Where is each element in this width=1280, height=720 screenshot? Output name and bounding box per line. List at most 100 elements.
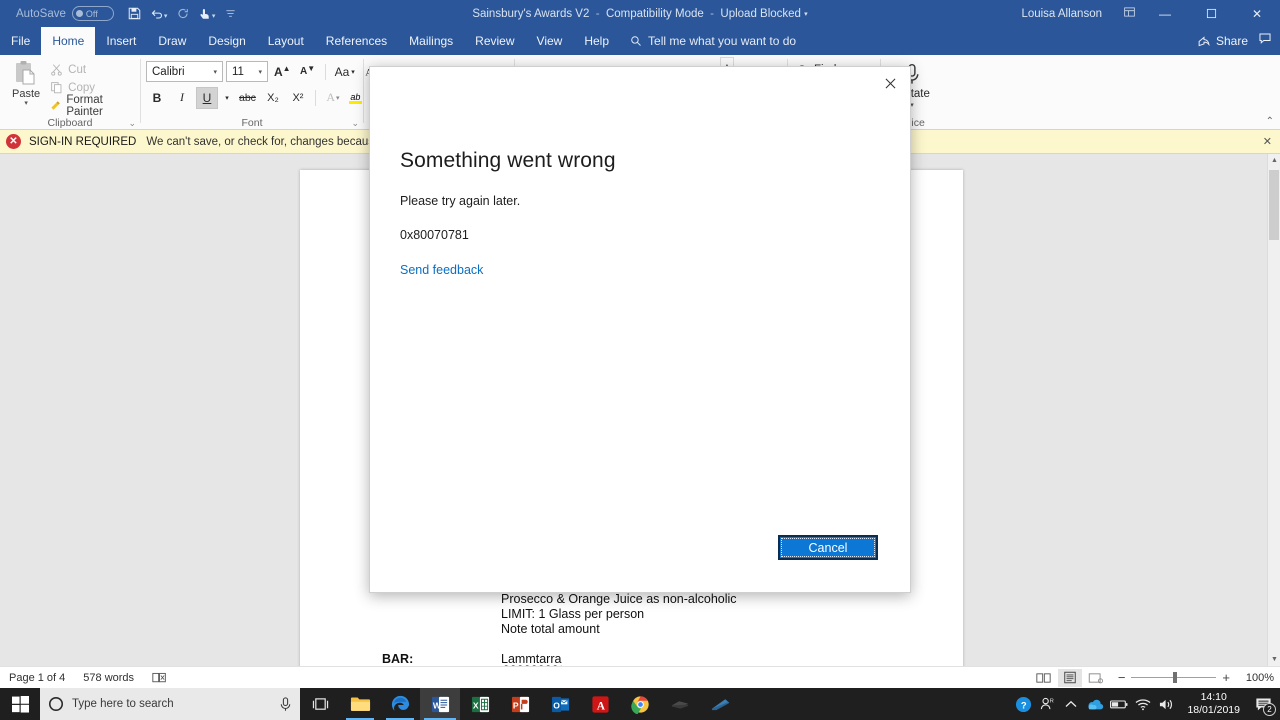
redo-icon[interactable] (172, 3, 194, 25)
font-size-combo[interactable]: 11 ▾ (226, 61, 268, 82)
action-center-icon[interactable]: 2 (1248, 688, 1278, 720)
scanner-icon[interactable] (660, 688, 700, 720)
zoom-track[interactable] (1131, 672, 1217, 683)
restore-button[interactable] (1188, 0, 1234, 27)
paste-caret-icon[interactable]: ▾ (24, 100, 28, 108)
microsoft-word-icon[interactable]: W (420, 688, 460, 720)
zoom-thumb[interactable] (1173, 672, 1178, 683)
tab-view[interactable]: View (526, 27, 574, 55)
tab-home[interactable]: Home (41, 27, 96, 55)
format-painter-button[interactable]: Format Painter (47, 94, 135, 118)
error-dialog: Something went wrong Please try again la… (369, 66, 911, 593)
zoom-percent[interactable]: 100% (1240, 672, 1274, 684)
microsoft-outlook-icon[interactable]: O (540, 688, 580, 720)
scissors-icon (51, 64, 62, 76)
scroll-up-icon[interactable]: ▲ (1268, 154, 1280, 167)
doc-line: Note total amount (501, 622, 600, 636)
page-indicator[interactable]: Page 1 of 4 (0, 672, 74, 684)
message-bar-close-button[interactable]: ✕ (1263, 135, 1272, 148)
send-feedback-link[interactable]: Send feedback (400, 263, 483, 277)
word-count[interactable]: 578 words (74, 672, 143, 684)
bold-button[interactable]: B (146, 87, 168, 109)
printer-icon[interactable] (700, 688, 740, 720)
zoom-out-button[interactable]: − (1118, 670, 1126, 685)
format-painter-icon (51, 101, 60, 110)
account-name[interactable]: Louisa Allanson (1021, 8, 1102, 20)
search-input[interactable]: Type here to search (40, 688, 300, 720)
volume-icon[interactable] (1155, 688, 1179, 720)
italic-button[interactable]: I (171, 87, 193, 109)
text-highlight-button[interactable]: ab (347, 87, 364, 109)
tab-insert[interactable]: Insert (95, 27, 147, 55)
read-mode-button[interactable] (1032, 669, 1056, 687)
undo-icon[interactable] (146, 3, 168, 25)
text-effects-button[interactable]: A ▾ (322, 87, 344, 109)
clipboard-dialog-launcher[interactable]: ⌄ (128, 118, 136, 129)
subscript-button[interactable]: X₂ (262, 87, 284, 109)
document-vertical-scrollbar[interactable]: ▲ ▼ (1267, 154, 1280, 666)
tell-me-placeholder: Tell me what you want to do (648, 34, 797, 48)
microsoft-edge-icon[interactable] (380, 688, 420, 720)
shrink-font-button[interactable]: A ▼ (297, 61, 319, 83)
tab-design[interactable]: Design (197, 27, 256, 55)
proofing-errors-icon[interactable] (143, 672, 176, 684)
share-button[interactable]: Share (1197, 34, 1248, 48)
close-window-button[interactable]: ✕ (1234, 0, 1280, 27)
underline-button[interactable]: U (196, 86, 218, 109)
show-hidden-icons-icon[interactable] (1059, 688, 1083, 720)
minimize-button[interactable]: — (1142, 0, 1188, 27)
help-circle-icon[interactable]: ? (1011, 688, 1035, 720)
underline-caret-icon[interactable]: ▾ (221, 87, 233, 109)
tab-layout[interactable]: Layout (257, 27, 315, 55)
microphone-icon (280, 696, 291, 711)
tab-help[interactable]: Help (573, 27, 620, 55)
screen: AutoSave Off ▾ ▾ Sainsbury's Awards V2 -… (0, 0, 1280, 720)
superscript-button[interactable]: X² (287, 87, 309, 109)
title-dropdown-caret-icon[interactable]: ▾ (804, 11, 808, 18)
scroll-down-icon[interactable]: ▼ (1268, 653, 1280, 666)
change-case-button[interactable]: Aa ▾ (332, 61, 358, 83)
autosave-toggle[interactable]: Off (71, 6, 114, 21)
customize-quick-access-icon[interactable] (220, 3, 242, 25)
zoom-in-button[interactable]: + (1222, 670, 1230, 685)
collapse-ribbon-icon[interactable]: ⌃ (1266, 116, 1274, 127)
font-name-combo[interactable]: Calibri ▾ (146, 61, 223, 82)
file-explorer-icon[interactable] (340, 688, 380, 720)
web-layout-button[interactable] (1084, 669, 1108, 687)
microsoft-excel-icon[interactable]: X (460, 688, 500, 720)
tab-file[interactable]: File (0, 27, 41, 55)
close-icon[interactable] (878, 72, 902, 94)
onedrive-icon[interactable] (1083, 688, 1107, 720)
cut-button[interactable]: Cut (47, 61, 135, 78)
dialog-title-bar (370, 67, 910, 97)
battery-icon[interactable] (1107, 688, 1131, 720)
people-icon[interactable]: R (1035, 688, 1059, 720)
tell-me-search[interactable]: Tell me what you want to do (620, 27, 806, 55)
touch-mode-icon[interactable] (194, 3, 216, 25)
save-icon[interactable] (124, 3, 146, 25)
paste-button[interactable]: Paste ▾ (5, 58, 47, 108)
tab-references[interactable]: References (315, 27, 398, 55)
clock[interactable]: 14:10 18/01/2019 (1179, 691, 1248, 717)
ribbon-display-options-icon[interactable] (1116, 6, 1142, 21)
print-layout-button[interactable] (1057, 668, 1082, 687)
windows-start-icon[interactable] (0, 688, 40, 720)
strikethrough-button[interactable]: abc (236, 87, 259, 109)
grow-font-button[interactable]: A ▲ (271, 61, 294, 83)
adobe-acrobat-icon[interactable]: A (580, 688, 620, 720)
doc-line: LIMIT: 1 Glass per person (501, 607, 645, 621)
comments-icon[interactable] (1258, 32, 1272, 50)
google-chrome-icon[interactable] (620, 688, 660, 720)
tab-draw[interactable]: Draw (147, 27, 197, 55)
zoom-slider[interactable]: − + (1110, 670, 1238, 685)
font-dialog-launcher[interactable]: ⌄ (351, 118, 359, 129)
wifi-icon[interactable] (1131, 688, 1155, 720)
tab-mailings[interactable]: Mailings (398, 27, 464, 55)
scrollbar-thumb[interactable] (1269, 170, 1279, 240)
windows-taskbar: Type here to search W X P O A ? R 14:10 … (0, 688, 1280, 720)
upload-blocked-label: Upload Blocked (720, 7, 801, 20)
tab-review[interactable]: Review (464, 27, 525, 55)
cancel-button[interactable]: Cancel (778, 535, 878, 560)
microsoft-powerpoint-icon[interactable]: P (500, 688, 540, 720)
task-view-icon[interactable] (300, 688, 340, 720)
